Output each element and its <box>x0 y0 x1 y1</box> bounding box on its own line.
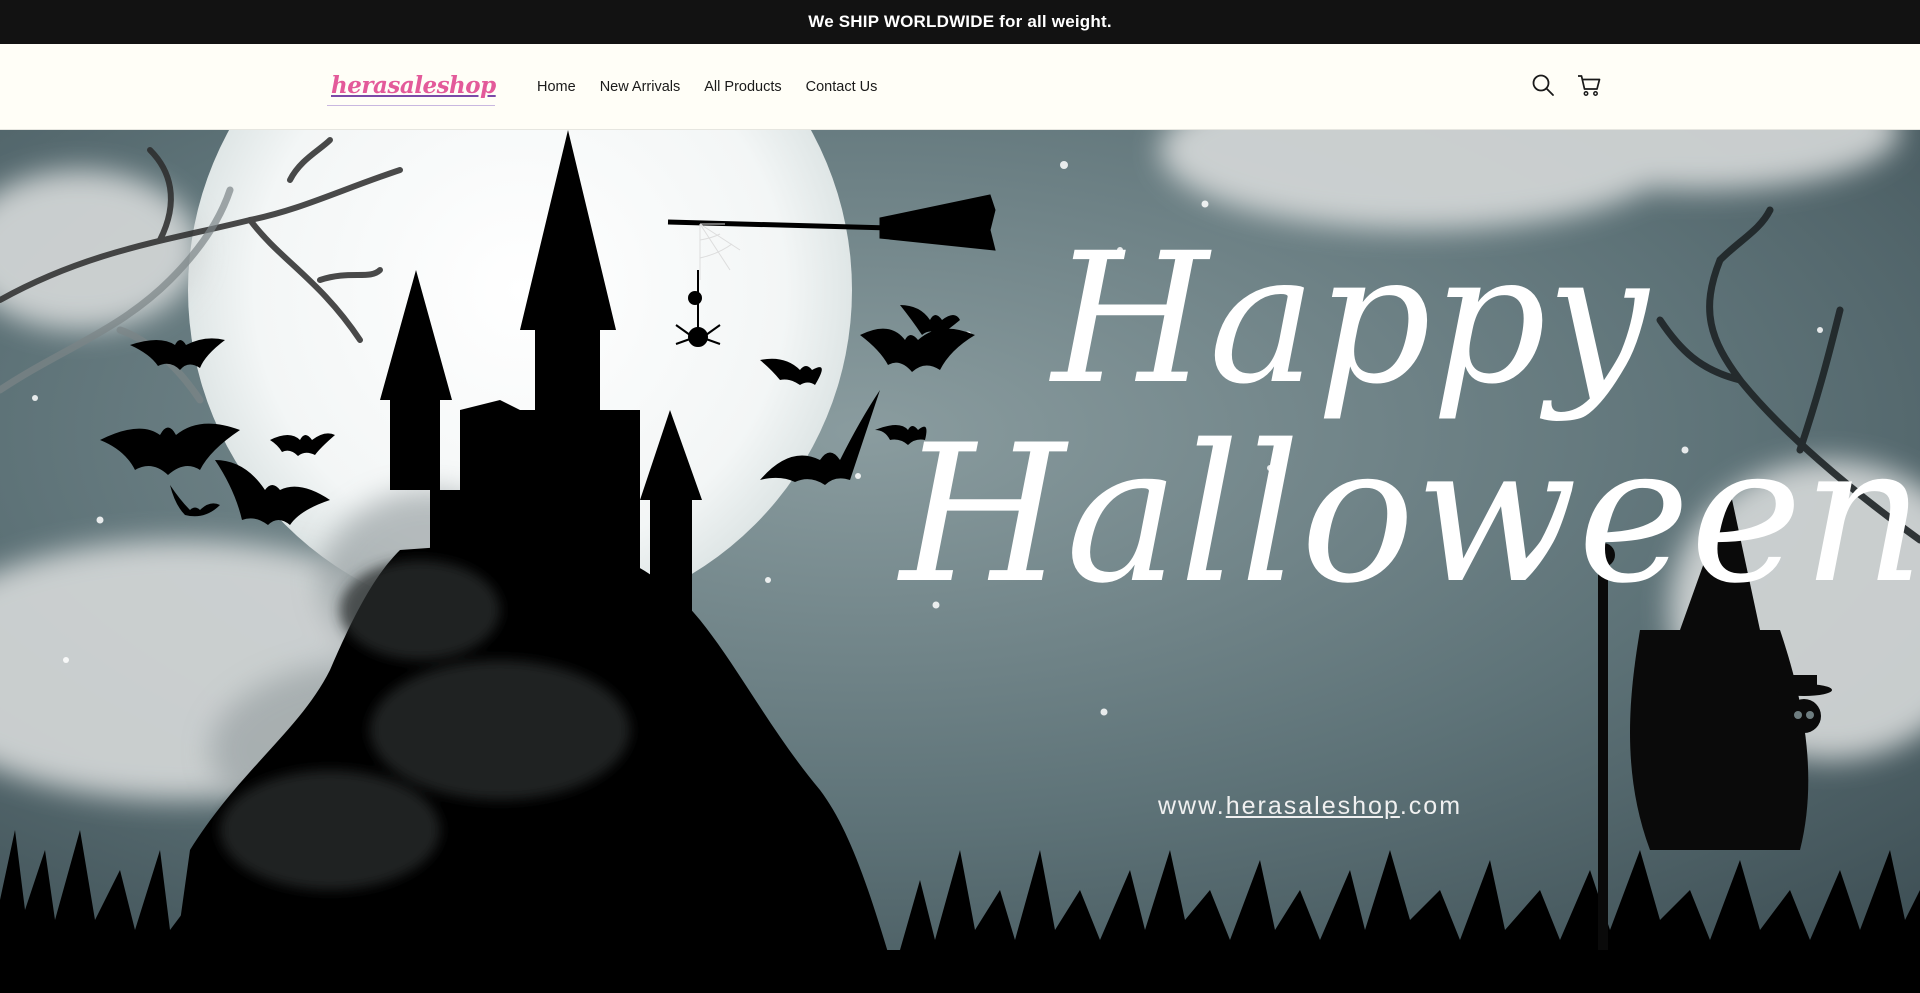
search-icon <box>1532 74 1554 96</box>
nav-new-arrivals[interactable]: New Arrivals <box>600 79 681 95</box>
site-logo[interactable]: herasaleshop <box>327 66 496 106</box>
url-domain: herasaleshop <box>1225 792 1400 820</box>
announcement-bar: We SHIP WORLDWIDE for all weight. <box>0 0 1920 44</box>
hero-title-line1: Happy <box>1051 215 1649 424</box>
nav-contact-us[interactable]: Contact Us <box>806 79 878 95</box>
cart-icon <box>1578 75 1601 96</box>
nav-all-products[interactable]: All Products <box>704 79 781 95</box>
hero-title: Happy Halloween <box>900 215 1920 610</box>
hero-website-url: www.herasaleshop.com <box>1158 792 1462 821</box>
header-actions <box>1530 72 1602 98</box>
hero-title-line2: Halloween <box>900 404 1920 625</box>
site-header: herasaleshop Home New Arrivals All Produ… <box>0 44 1920 130</box>
cart-button[interactable] <box>1576 72 1602 98</box>
search-button[interactable] <box>1530 72 1556 98</box>
nav-home[interactable]: Home <box>537 79 576 95</box>
logo-text: herasaleshop <box>331 72 496 99</box>
announcement-text: We SHIP WORLDWIDE for all weight. <box>808 12 1112 31</box>
url-prefix: www. <box>1158 792 1226 820</box>
url-suffix: .com <box>1399 792 1463 820</box>
hero-banner[interactable]: Happy Halloween www.herasaleshop.com <box>0 130 1920 993</box>
main-nav: Home New Arrivals All Products Contact U… <box>537 44 877 130</box>
